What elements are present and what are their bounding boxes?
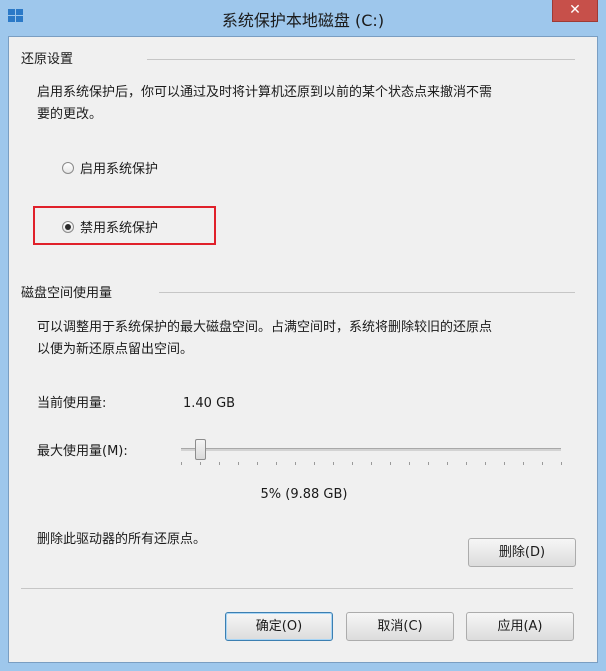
disk-usage-header: 磁盘空间使用量 [21,286,113,301]
enable-protection-radio[interactable] [62,161,74,174]
disable-protection-label: 禁用系统保护 [80,221,159,236]
slider-tick [295,462,296,465]
slider-track[interactable] [181,448,561,451]
slider-tick [257,462,258,465]
close-icon: ✕ [569,2,581,18]
delete-button[interactable]: 删除(D) [468,538,576,567]
disable-protection-option[interactable]: 禁用系统保护 [62,217,158,236]
slider-tick [371,462,372,465]
dialog-window: 系统保护本地磁盘 (C:) ✕ 还原设置 启用系统保护后，你可以通过及时将计算机… [0,0,606,671]
title-bar[interactable]: 系统保护本地磁盘 (C:) ✕ [0,0,606,36]
slider-tick [409,462,410,465]
group-divider [159,292,575,293]
slider-tick [181,462,182,465]
slider-tick [219,462,220,465]
group-divider [147,59,575,60]
restore-description: 启用系统保护后，你可以通过及时将计算机还原到以前的某个状态点来撤消不需 要的更改… [37,85,493,122]
slider-tick [314,462,315,465]
apply-button[interactable]: 应用(A) [466,612,574,641]
window-title: 系统保护本地磁盘 (C:) [221,11,385,30]
delete-description: 删除此驱动器的所有还原点。 [37,532,207,547]
disable-protection-radio[interactable] [62,220,74,233]
slider-tick [447,462,448,465]
slider-tick [390,462,391,465]
slider-readout: 5% (9.88 GB) [260,487,348,502]
slider-tick [485,462,486,465]
slider-tick [428,462,429,465]
max-usage-label: 最大使用量(M): [37,444,128,459]
slider-tick [523,462,524,465]
restore-settings-header: 还原设置 [21,52,74,67]
slider-tick [200,462,201,465]
enable-protection-option[interactable]: 启用系统保护 [62,158,158,177]
slider-tick [561,462,562,465]
slider-tick [333,462,334,465]
disk-usage-description: 可以调整用于系统保护的最大磁盘空间。占满空间时，系统将删除较旧的还原点 以便为新… [37,320,493,357]
slider-thumb[interactable] [195,439,206,460]
slider-tick [466,462,467,465]
footer-divider [21,588,573,589]
slider-tick [352,462,353,465]
cancel-button[interactable]: 取消(C) [346,612,454,641]
current-usage-value: 1.40 GB [183,396,236,411]
ok-button[interactable]: 确定(O) [225,612,333,641]
slider-tick [504,462,505,465]
slider-tick [542,462,543,465]
slider-tick [238,462,239,465]
dialog-body: 还原设置 启用系统保护后，你可以通过及时将计算机还原到以前的某个状态点来撤消不需… [8,36,598,663]
current-usage-label: 当前使用量: [37,396,107,411]
slider-tick [276,462,277,465]
enable-protection-label: 启用系统保护 [80,162,159,177]
close-button[interactable]: ✕ [552,0,598,22]
